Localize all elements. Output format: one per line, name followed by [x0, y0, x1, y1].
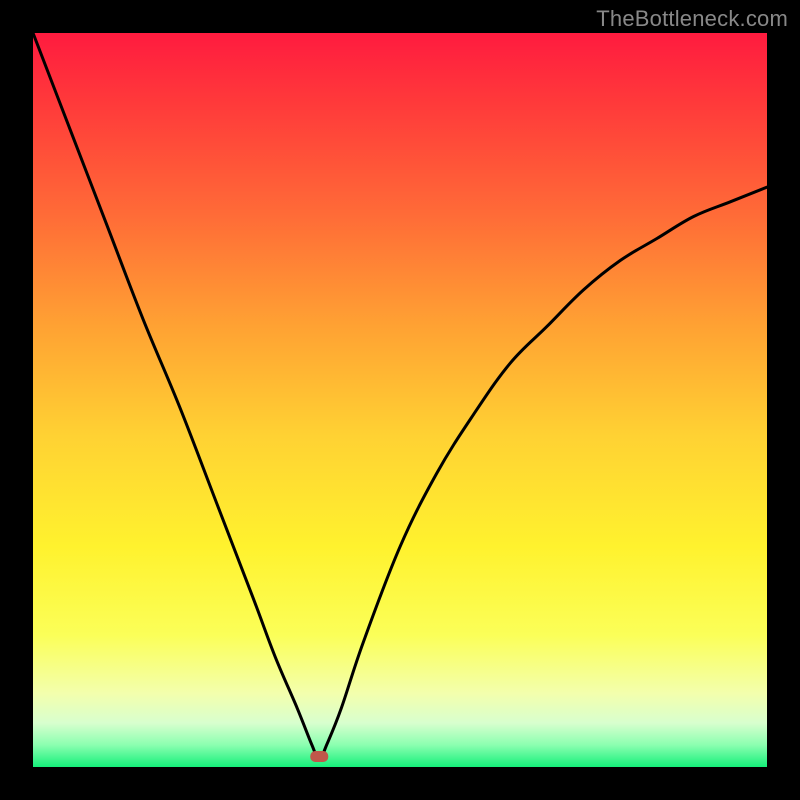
- chart-frame: TheBottleneck.com: [0, 0, 800, 800]
- chart-svg: [33, 33, 767, 767]
- plot-area: [33, 33, 767, 767]
- gradient-background: [33, 33, 767, 767]
- watermark-text: TheBottleneck.com: [596, 6, 788, 32]
- minimum-marker: [310, 751, 328, 762]
